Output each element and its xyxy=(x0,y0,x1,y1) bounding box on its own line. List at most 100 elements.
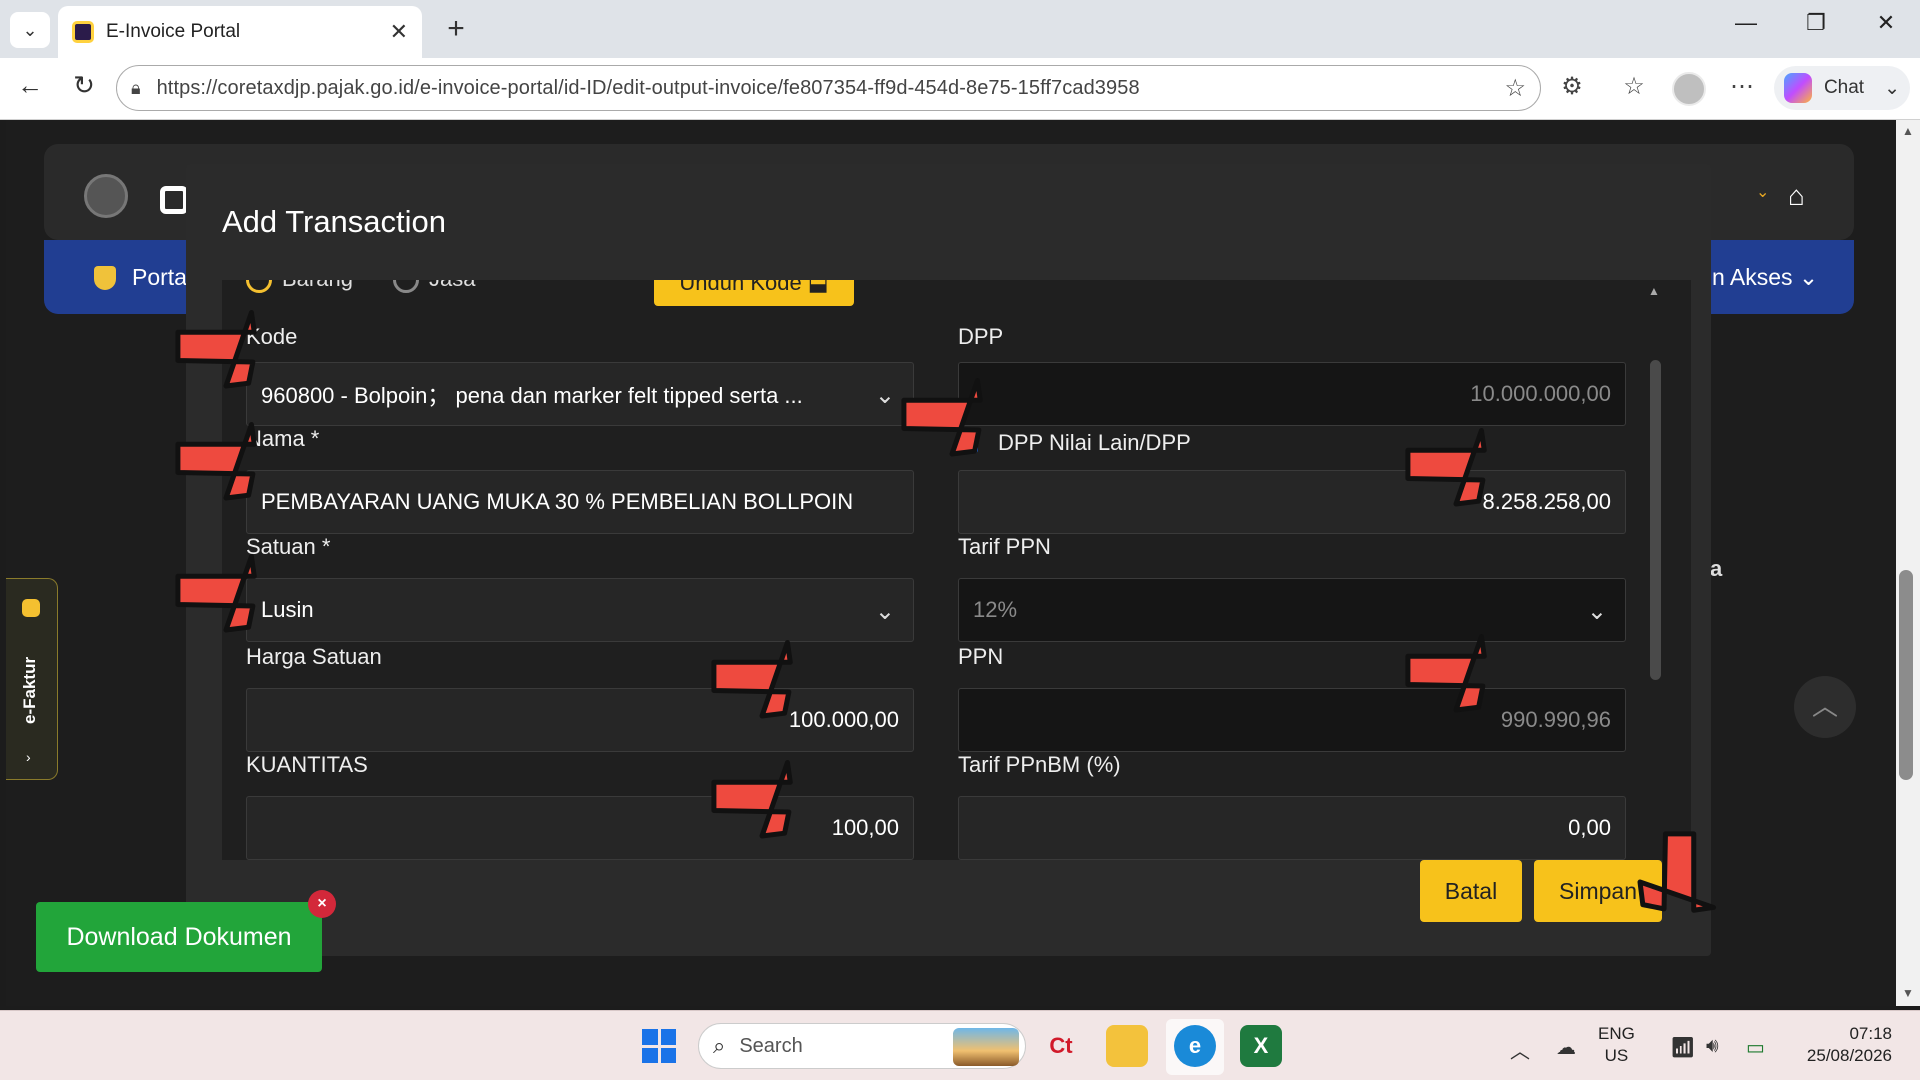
coretax-app-icon[interactable]: Ct xyxy=(1040,1025,1082,1067)
tarif-ppn-label: Tarif PPN xyxy=(958,534,1051,559)
back-icon[interactable]: ← xyxy=(10,70,50,101)
dpp-nilai-lain-label: DPP Nilai Lain/DPP xyxy=(998,430,1191,455)
chevron-down-icon: ⌄ xyxy=(1586,598,1607,625)
address-bar[interactable]: 🔒︎ https://coretaxdjp.pajak.go.id/e-invo… xyxy=(116,65,1541,111)
search-highlight-image xyxy=(953,1028,1019,1066)
chevron-down-icon: ⌄ xyxy=(874,382,895,409)
new-tab-button[interactable]: + xyxy=(436,12,476,46)
browser-toolbar: ← ↻ 🔒︎ https://coretaxdjp.pajak.go.id/e-… xyxy=(0,58,1920,120)
system-clock[interactable]: 07:18 25/08/2026 xyxy=(1790,1023,1892,1067)
dpp-nilai-lain-checkbox-row[interactable]: ✓ DPP Nilai Lain/DPP xyxy=(958,430,1191,456)
satuan-select[interactable]: Lusin ⌄ xyxy=(246,578,914,642)
tab-favicon-icon xyxy=(72,21,94,43)
volume-icon[interactable]: 🔊︎ xyxy=(1706,1035,1719,1058)
chevron-down-icon: ⌄ xyxy=(874,598,895,625)
restore-button[interactable]: ❐ xyxy=(1796,10,1836,36)
scroll-top-button[interactable]: ︿ xyxy=(1794,676,1856,738)
profile-avatar[interactable] xyxy=(1672,72,1706,106)
page-scrollbar[interactable] xyxy=(1896,120,1920,1006)
kuantitas-input[interactable]: 100,00 xyxy=(246,796,914,860)
dpp-label: DPP xyxy=(958,324,1004,349)
batal-button[interactable]: Batal xyxy=(1420,860,1522,922)
tarif-ppnbm-input[interactable]: 0,00 xyxy=(958,796,1626,860)
taskbar-search[interactable]: ⌕ Search xyxy=(698,1023,1026,1069)
refresh-icon[interactable]: ↻ xyxy=(64,70,104,101)
tarif-ppnbm-label: Tarif PPnBM (%) xyxy=(958,752,1121,777)
chat-label: Chat xyxy=(1823,77,1865,98)
chevron-up-icon[interactable]: ︿ xyxy=(1510,1035,1530,1064)
copilot-chat-button[interactable]: Chat ⌄ xyxy=(1774,66,1910,110)
page-scroll-thumb[interactable] xyxy=(1899,570,1913,780)
file-explorer-icon[interactable] xyxy=(1106,1025,1148,1067)
satuan-value: Lusin xyxy=(261,597,314,622)
copilot-icon xyxy=(1784,73,1812,103)
kode-value: 960800 - Bolpoin； pena dan marker felt t… xyxy=(261,383,803,408)
close-icon[interactable]: × xyxy=(308,890,336,918)
chevron-down-icon: ⌄ xyxy=(1884,77,1900,99)
nama-input[interactable]: PEMBAYARAN UANG MUKA 30 % PEMBELIAN BOLL… xyxy=(246,470,914,534)
favorites-icon[interactable]: ☆ xyxy=(1616,72,1652,101)
home-icon[interactable]: ⌂ xyxy=(1788,180,1805,212)
nav-item-akses[interactable]: n Akses ⌄ xyxy=(1712,264,1818,291)
kode-select[interactable]: 960800 - Bolpoin； pena dan marker felt t… xyxy=(246,362,914,426)
radio-barang[interactable]: Barang xyxy=(246,280,353,294)
url-text: https://coretaxdjp.pajak.go.id/e-invoice… xyxy=(156,76,1140,99)
tarif-ppn-select: 12% ⌄ xyxy=(958,578,1626,642)
modal-scroll-up-arrow[interactable]: ▲ xyxy=(1648,284,1660,298)
nama-label: Nama * xyxy=(246,426,320,451)
simpan-button[interactable]: Simpan xyxy=(1534,860,1662,922)
edge-browser-icon[interactable]: e xyxy=(1174,1025,1216,1067)
clock-time: 07:18 xyxy=(1849,1024,1892,1043)
radio-barang-icon xyxy=(246,280,272,294)
browser-tab[interactable]: E-Invoice Portal ✕ xyxy=(58,6,422,58)
modal-scroll-thumb[interactable] xyxy=(1650,360,1661,680)
clock-date: 25/08/2026 xyxy=(1806,1046,1892,1065)
battery-icon[interactable]: ▭ xyxy=(1746,1035,1765,1060)
wifi-icon[interactable]: 📶︎ xyxy=(1670,1035,1695,1060)
unduh-kode-button[interactable]: Unduh Kode ⬓ xyxy=(654,280,854,306)
lang-line1: ENG xyxy=(1598,1024,1635,1043)
check-icon[interactable]: ✓ xyxy=(958,433,978,453)
language-indicator[interactable]: ENG US xyxy=(1598,1023,1635,1067)
windows-start-icon[interactable] xyxy=(642,1029,676,1063)
tarif-ppn-value: 12% xyxy=(973,597,1018,622)
nav-item-portal[interactable]: Portal xyxy=(94,264,192,291)
minimize-button[interactable]: — xyxy=(1726,10,1766,36)
chevron-down-icon[interactable]: ⌄ xyxy=(1756,182,1769,202)
kuantitas-label: KUANTITAS xyxy=(246,752,368,777)
satuan-label: Satuan * xyxy=(246,534,331,559)
type-radio-group: Barang Jasa xyxy=(246,280,475,294)
kuantitas-value: 100,00 xyxy=(831,815,899,840)
scroll-down-arrow[interactable]: ▼ xyxy=(1896,986,1920,1000)
lock-icon: 🔒︎ xyxy=(131,77,141,98)
dpp-value: 10.000.000,00 xyxy=(1470,381,1611,406)
tab-close-icon[interactable]: ✕ xyxy=(390,19,408,45)
efaktur-label: e-Faktur xyxy=(20,656,39,724)
tab-title: E-Invoice Portal xyxy=(106,21,241,42)
excel-icon[interactable]: X xyxy=(1240,1025,1282,1067)
dpp-nilai-lain-input[interactable]: 8.258.258,00 xyxy=(958,470,1626,534)
radio-jasa[interactable]: Jasa xyxy=(392,280,475,294)
harga-satuan-value: 100.000,00 xyxy=(788,707,899,732)
background-text: a xyxy=(1710,556,1723,581)
radio-barang-label: Barang xyxy=(282,280,353,291)
close-window-button[interactable]: ✕ xyxy=(1866,10,1906,36)
nama-value: PEMBAYARAN UANG MUKA 30 % PEMBELIAN BOLL… xyxy=(261,489,854,514)
extensions-icon[interactable]: ⚙ xyxy=(1554,72,1590,101)
tab-list-dropdown[interactable]: ⌄ xyxy=(10,12,50,48)
more-menu-icon[interactable]: ⋯ xyxy=(1724,72,1760,101)
modal-body: Barang Jasa Unduh Kode ⬓ Kode 960800 - B… xyxy=(222,280,1691,860)
radio-jasa-icon xyxy=(392,280,419,294)
download-dokumen-button[interactable]: Download Dokumen xyxy=(36,902,322,972)
efaktur-side-tab[interactable]: e-Faktur › xyxy=(6,578,58,780)
star-icon[interactable]: ☆ xyxy=(1504,74,1526,103)
modal-title: Add Transaction xyxy=(222,204,447,239)
djp-seal-logo xyxy=(84,174,128,218)
harga-satuan-label: Harga Satuan xyxy=(246,644,382,669)
onedrive-icon[interactable]: ☁ xyxy=(1556,1035,1576,1060)
coretax-logo xyxy=(160,186,188,214)
dpp-nilai-lain-value: 8.258.258,00 xyxy=(1482,489,1611,514)
efaktur-icon xyxy=(22,599,40,617)
harga-satuan-input[interactable]: 100.000,00 xyxy=(246,688,914,752)
scroll-up-arrow[interactable]: ▲ xyxy=(1896,124,1920,138)
